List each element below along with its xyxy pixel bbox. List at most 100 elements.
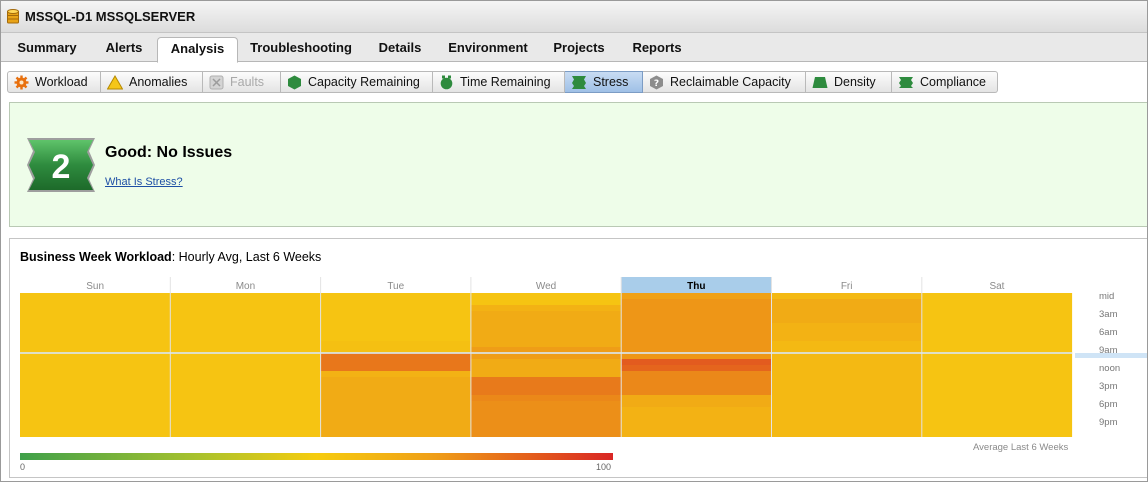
heat-cell[interactable]: [320, 377, 471, 383]
heat-cell[interactable]: [771, 305, 922, 311]
heat-cell[interactable]: [20, 335, 171, 341]
heat-cell[interactable]: [20, 365, 171, 371]
heat-cell[interactable]: [470, 431, 622, 437]
heat-cell[interactable]: [771, 389, 922, 395]
heat-cell[interactable]: [921, 377, 1073, 383]
heat-cell[interactable]: [921, 407, 1073, 413]
heat-cell[interactable]: [470, 413, 622, 419]
heat-cell[interactable]: [470, 335, 622, 341]
heat-cell[interactable]: [921, 401, 1073, 407]
heat-cell[interactable]: [771, 413, 922, 419]
subtab-capacity-remaining[interactable]: Capacity Remaining: [281, 71, 433, 93]
heat-cell[interactable]: [771, 299, 922, 305]
tab-troubleshooting[interactable]: Troubleshooting: [243, 37, 359, 61]
heat-cell[interactable]: [470, 311, 622, 317]
heat-cell[interactable]: [921, 341, 1073, 347]
heat-cell[interactable]: [771, 359, 922, 365]
heat-cell[interactable]: [921, 383, 1073, 389]
heat-cell[interactable]: [170, 365, 321, 371]
heat-cell[interactable]: [621, 335, 772, 341]
heat-cell[interactable]: [771, 419, 922, 425]
heat-cell[interactable]: [621, 419, 772, 425]
heat-cell[interactable]: [621, 407, 772, 413]
heat-cell[interactable]: [621, 413, 772, 419]
heat-cell[interactable]: [320, 407, 471, 413]
heat-cell[interactable]: [771, 329, 922, 335]
heat-cell[interactable]: [771, 317, 922, 323]
heat-cell[interactable]: [771, 431, 922, 437]
heat-cell[interactable]: [921, 413, 1073, 419]
heat-cell[interactable]: [320, 329, 471, 335]
heat-cell[interactable]: [320, 413, 471, 419]
heat-cell[interactable]: [170, 341, 321, 347]
heat-cell[interactable]: [621, 383, 772, 389]
heat-cell[interactable]: [20, 425, 171, 431]
heat-cell[interactable]: [170, 389, 321, 395]
heat-cell[interactable]: [170, 323, 321, 329]
heat-cell[interactable]: [170, 317, 321, 323]
heat-cell[interactable]: [170, 311, 321, 317]
heat-cell[interactable]: [921, 299, 1073, 305]
heat-cell[interactable]: [470, 383, 622, 389]
heat-cell[interactable]: [320, 293, 471, 299]
heat-cell[interactable]: [621, 305, 772, 311]
heat-cell[interactable]: [170, 377, 321, 383]
tab-environment[interactable]: Environment: [441, 37, 535, 61]
heat-cell[interactable]: [771, 311, 922, 317]
heat-cell[interactable]: [320, 389, 471, 395]
heat-cell[interactable]: [470, 323, 622, 329]
heat-cell[interactable]: [170, 413, 321, 419]
heat-cell[interactable]: [20, 311, 171, 317]
heat-cell[interactable]: [20, 305, 171, 311]
heat-cell[interactable]: [470, 401, 622, 407]
heat-cell[interactable]: [621, 317, 772, 323]
heat-cell[interactable]: [320, 335, 471, 341]
heat-cell[interactable]: [470, 365, 622, 371]
heat-cell[interactable]: [20, 407, 171, 413]
heat-cell[interactable]: [470, 371, 622, 377]
heat-cell[interactable]: [470, 359, 622, 365]
heat-cell[interactable]: [470, 419, 622, 425]
heat-cell[interactable]: [771, 383, 922, 389]
subtab-reclaimable-capacity[interactable]: ? Reclaimable Capacity: [643, 71, 806, 93]
heat-cell[interactable]: [470, 395, 622, 401]
heat-cell[interactable]: [621, 365, 772, 371]
heat-cell[interactable]: [470, 341, 622, 347]
heat-cell[interactable]: [20, 329, 171, 335]
heat-cell[interactable]: [20, 395, 171, 401]
subtab-density[interactable]: Density: [806, 71, 892, 93]
heat-cell[interactable]: [170, 383, 321, 389]
heat-cell[interactable]: [170, 401, 321, 407]
heat-cell[interactable]: [921, 323, 1073, 329]
heat-cell[interactable]: [921, 395, 1073, 401]
subtab-workload[interactable]: Workload: [7, 71, 101, 93]
heat-cell[interactable]: [621, 371, 772, 377]
heat-cell[interactable]: [921, 317, 1073, 323]
heat-cell[interactable]: [170, 425, 321, 431]
tab-details[interactable]: Details: [369, 37, 431, 61]
heat-cell[interactable]: [320, 371, 471, 377]
heat-cell[interactable]: [771, 365, 922, 371]
heat-cell[interactable]: [320, 311, 471, 317]
heat-cell[interactable]: [20, 341, 171, 347]
heat-cell[interactable]: [771, 335, 922, 341]
subtab-anomalies[interactable]: Anomalies: [101, 71, 203, 93]
heat-cell[interactable]: [921, 425, 1073, 431]
heat-cell[interactable]: [621, 377, 772, 383]
heat-cell[interactable]: [20, 323, 171, 329]
heat-cell[interactable]: [621, 323, 772, 329]
heat-cell[interactable]: [320, 383, 471, 389]
heat-cell[interactable]: [771, 323, 922, 329]
heat-cell[interactable]: [170, 299, 321, 305]
heat-cell[interactable]: [170, 335, 321, 341]
heat-cell[interactable]: [621, 299, 772, 305]
heat-cell[interactable]: [621, 431, 772, 437]
heat-cell[interactable]: [20, 419, 171, 425]
subtab-stress[interactable]: Stress: [565, 71, 643, 93]
heat-cell[interactable]: [20, 299, 171, 305]
heat-cell[interactable]: [621, 341, 772, 347]
heat-cell[interactable]: [20, 377, 171, 383]
heat-cell[interactable]: [20, 317, 171, 323]
heat-cell[interactable]: [621, 389, 772, 395]
heat-cell[interactable]: [921, 305, 1073, 311]
